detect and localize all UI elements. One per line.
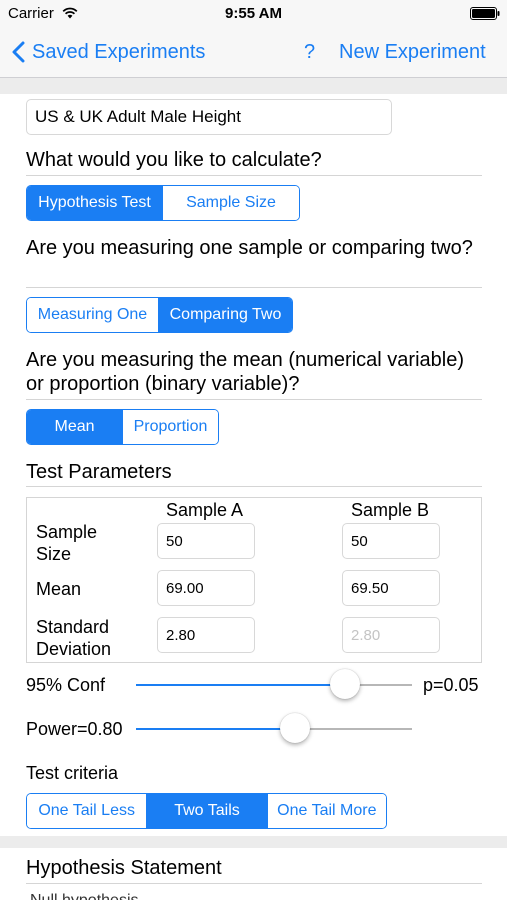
row-label-mean: Mean bbox=[36, 579, 82, 599]
divider bbox=[26, 175, 482, 176]
confidence-label: 95% Conf bbox=[26, 675, 106, 695]
power-slider-thumb[interactable] bbox=[279, 713, 310, 743]
test-parameters-heading: Test Parameters bbox=[26, 461, 172, 483]
parameters-table: Sample A Sample B Sample Size Mean Stand… bbox=[26, 497, 482, 663]
battery-icon bbox=[470, 7, 500, 20]
sample-a-size-field[interactable] bbox=[157, 523, 255, 559]
divider bbox=[26, 399, 482, 400]
sample-b-size-field[interactable] bbox=[342, 523, 440, 559]
column-header-sample-b: Sample B bbox=[351, 500, 430, 520]
clock: 9:55 AM bbox=[225, 5, 282, 22]
row-label-standard-deviation: Standard Deviation bbox=[36, 617, 112, 659]
navigation-bar: Saved Experiments ? New Experiment bbox=[0, 26, 507, 78]
confidence-slider-thumb[interactable] bbox=[330, 669, 361, 699]
segment-hypothesis-test[interactable]: Hypothesis Test bbox=[27, 186, 162, 220]
calculate-question: What would you like to calculate? bbox=[26, 149, 322, 171]
segment-one-tail-less[interactable]: One Tail Less bbox=[27, 794, 147, 828]
section-spacer bbox=[0, 78, 507, 94]
samples-question: Are you measuring one sample or comparin… bbox=[26, 237, 473, 259]
test-criteria-segmented-control: One Tail Less Two Tails One Tail More bbox=[26, 793, 387, 829]
sample-b-mean-field[interactable] bbox=[342, 570, 440, 606]
sample-a-mean-field[interactable] bbox=[157, 570, 255, 606]
divider bbox=[26, 287, 482, 288]
back-button-label: Saved Experiments bbox=[32, 40, 206, 63]
segment-comparing-two[interactable]: Comparing Two bbox=[158, 298, 292, 332]
divider bbox=[26, 883, 482, 884]
divider bbox=[26, 486, 482, 487]
confidence-slider[interactable] bbox=[136, 669, 412, 699]
row-label-sample-size: Sample Size bbox=[36, 522, 98, 564]
sample-a-sd-field[interactable] bbox=[157, 617, 255, 653]
segment-mean[interactable]: Mean bbox=[27, 410, 122, 444]
hypothesis-statement-text: Null hypothesis bbox=[30, 892, 139, 900]
p-value-label: p=0.05 bbox=[423, 675, 479, 695]
power-slider[interactable] bbox=[136, 713, 412, 743]
help-button[interactable]: ? bbox=[304, 41, 315, 64]
hypothesis-statement-heading: Hypothesis Statement bbox=[26, 857, 222, 879]
back-button[interactable]: Saved Experiments bbox=[12, 38, 205, 66]
test-criteria-heading: Test criteria bbox=[26, 763, 119, 783]
section-spacer bbox=[0, 836, 507, 848]
power-label: Power=0.80 bbox=[26, 719, 123, 739]
power-slider-fill bbox=[136, 728, 295, 730]
new-experiment-button[interactable]: New Experiment bbox=[339, 41, 486, 64]
experiment-title-field[interactable] bbox=[26, 99, 392, 135]
variable-question: Are you measuring the mean (numerical va… bbox=[26, 349, 464, 395]
segment-two-tails[interactable]: Two Tails bbox=[146, 794, 267, 828]
column-header-sample-a: Sample A bbox=[166, 500, 244, 520]
segment-sample-size[interactable]: Sample Size bbox=[162, 186, 299, 220]
chevron-left-icon bbox=[12, 41, 25, 63]
status-bar: Carrier 9:55 AM bbox=[0, 0, 507, 26]
segment-one-tail-more[interactable]: One Tail More bbox=[266, 794, 386, 828]
confidence-slider-fill bbox=[136, 684, 346, 686]
samples-segmented-control: Measuring One Comparing Two bbox=[26, 297, 293, 333]
sample-b-sd-field bbox=[342, 617, 440, 653]
segment-proportion[interactable]: Proportion bbox=[122, 410, 218, 444]
variable-segmented-control: Mean Proportion bbox=[26, 409, 219, 445]
calculate-segmented-control: Hypothesis Test Sample Size bbox=[26, 185, 300, 221]
segment-measuring-one[interactable]: Measuring One bbox=[27, 298, 158, 332]
